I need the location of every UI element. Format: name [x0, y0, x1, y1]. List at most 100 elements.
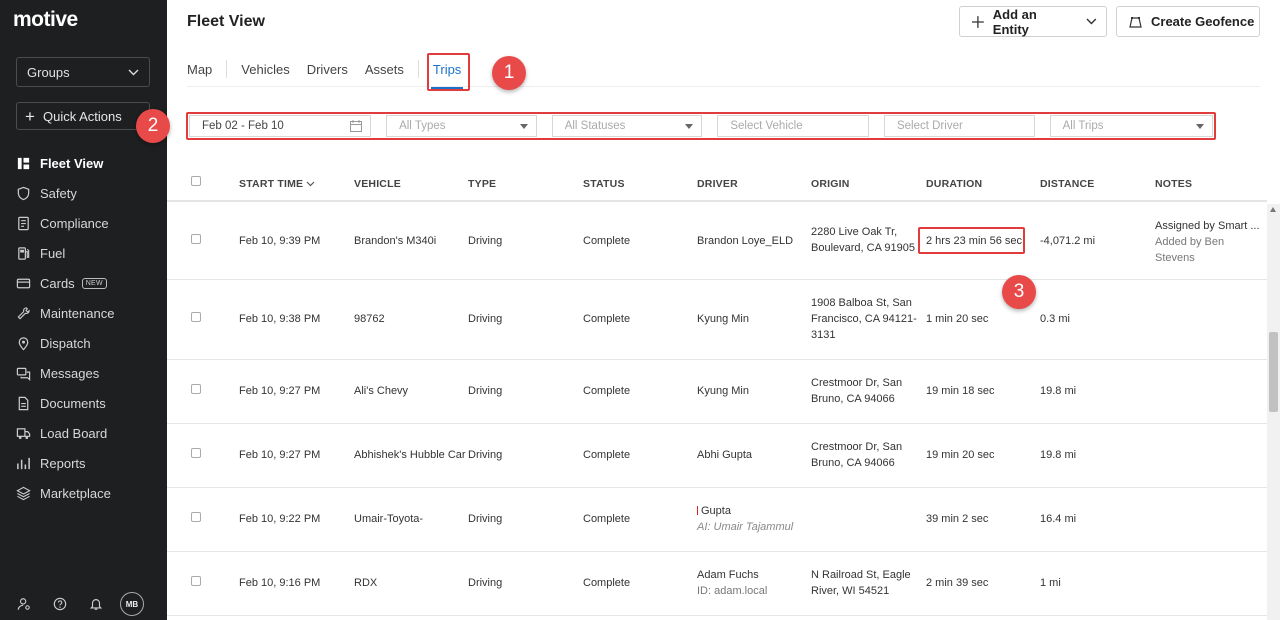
sidebar-item-marketplace[interactable]: Marketplace: [0, 478, 167, 508]
new-badge: NEW: [81, 277, 107, 289]
sidebar-item-safety[interactable]: Safety: [0, 178, 167, 208]
vehicle-cell[interactable]: RDX: [354, 575, 377, 591]
sort-chevron-icon: [306, 181, 315, 187]
column-header-status: STATUS: [583, 178, 625, 190]
callout-badge-1: 1: [492, 56, 526, 90]
driver-cell[interactable]: Adam Fuchs ID: adam.local: [697, 567, 767, 599]
sidebar-item-fuel[interactable]: Fuel: [0, 238, 167, 268]
sidebar-item-maintenance[interactable]: Maintenance: [0, 298, 167, 328]
caret-down-icon: [685, 123, 694, 129]
column-header-start-time[interactable]: START TIME: [239, 178, 315, 190]
sidebar-item-label: Load Board: [40, 425, 108, 441]
add-entity-button[interactable]: Add an Entity: [959, 6, 1107, 37]
driver-cell[interactable]: Abhi Gupta: [697, 447, 752, 463]
tab-vehicles[interactable]: Vehicles: [241, 62, 289, 77]
sidebar-item-label: Marketplace: [40, 485, 111, 501]
select-all-checkbox[interactable]: [191, 176, 201, 186]
sidebar-item-compliance[interactable]: Compliance: [0, 208, 167, 238]
type-filter-select[interactable]: All Types: [386, 115, 537, 137]
vertical-scrollbar[interactable]: [1267, 204, 1280, 620]
help-icon[interactable]: [42, 597, 78, 611]
shield-icon: [17, 186, 30, 200]
bell-icon[interactable]: [78, 597, 114, 611]
status-filter-select[interactable]: All Statuses: [551, 115, 703, 137]
sidebar-item-reports[interactable]: Reports: [0, 448, 167, 478]
table-row[interactable]: Feb 10, 9:27 PM Abhishek's Hubble Car Dr…: [167, 424, 1267, 488]
row-checkbox[interactable]: [191, 312, 201, 322]
sidebar-item-load-board[interactable]: Load Board: [0, 418, 167, 448]
table-row[interactable]: Feb 10, 9:39 PM Brandon's M340i Driving …: [167, 204, 1267, 280]
vehicle-cell[interactable]: Umair-Toyota-: [354, 511, 423, 527]
sidebar-item-label: Safety: [40, 185, 77, 201]
quick-actions-button[interactable]: + Quick Actions: [16, 102, 150, 130]
row-checkbox[interactable]: [191, 576, 201, 586]
chevron-down-icon: [1086, 18, 1097, 25]
status-cell: Complete: [583, 513, 631, 525]
sidebar-item-label: Cards: [40, 275, 75, 291]
table-row[interactable]: Feb 10, 9:22 PM Umair-Toyota- Driving Co…: [167, 488, 1267, 552]
quick-actions-label: Quick Actions: [43, 108, 122, 124]
row-checkbox[interactable]: [191, 384, 201, 394]
start-time-cell: Feb 10, 9:22 PM: [239, 513, 321, 525]
scroll-up-arrow-icon[interactable]: [1270, 207, 1276, 212]
vehicle-cell[interactable]: Abhishek's Hubble Car: [354, 447, 466, 463]
vehicle-cell[interactable]: 98762: [354, 311, 385, 327]
table-row[interactable]: Feb 10, 9:38 PM 98762 Driving Complete K…: [167, 280, 1267, 360]
tab-assets[interactable]: Assets: [365, 62, 404, 77]
start-time-cell: Feb 10, 9:38 PM: [239, 313, 321, 325]
trips-filter-select[interactable]: All Trips: [1049, 115, 1214, 137]
driver-cell[interactable]: Gupta AI: Umair Tajammul: [697, 503, 793, 535]
sidebar-item-label: Reports: [40, 455, 86, 471]
origin-cell: N Railroad St, Eagle River, WI 54521: [811, 569, 911, 597]
start-time-cell: Feb 10, 9:27 PM: [239, 385, 321, 397]
driver-cell[interactable]: Kyung Min: [697, 383, 749, 399]
view-tabs: Map Vehicles Drivers Assets Trips: [187, 60, 464, 89]
column-header-origin: ORIGIN: [811, 178, 850, 190]
vehicle-cell[interactable]: Brandon's M340i: [354, 233, 436, 249]
sidebar-item-cards[interactable]: Cards NEW: [0, 268, 167, 298]
sidebar-item-label: Maintenance: [40, 305, 115, 321]
row-checkbox[interactable]: [191, 448, 201, 458]
sidebar-item-label: Fleet View: [40, 155, 104, 171]
create-geofence-button[interactable]: Create Geofence: [1116, 6, 1260, 37]
row-checkbox[interactable]: [191, 234, 201, 244]
duration-cell: 19 min 18 sec: [926, 385, 995, 397]
calendar-icon: [350, 120, 363, 132]
driver-cell[interactable]: Brandon Loye_ELD: [697, 233, 793, 249]
distance-cell: 19.8 mi: [1040, 385, 1077, 397]
sidebar: motive Groups + Quick Actions Fleet View…: [0, 0, 167, 620]
tab-drivers[interactable]: Drivers: [307, 62, 348, 77]
table-row[interactable]: Feb 10, 9:16 PM RDX Driving Complete Ada…: [167, 552, 1267, 616]
sidebar-item-documents[interactable]: Documents: [0, 388, 167, 418]
vehicle-cell[interactable]: Ali's Chevy: [354, 383, 408, 399]
sidebar-item-messages[interactable]: Messages: [0, 358, 167, 388]
column-header-distance: DISTANCE: [1040, 178, 1095, 190]
sidebar-item-label: Documents: [40, 395, 106, 411]
vehicle-filter-select[interactable]: Select Vehicle: [717, 115, 869, 137]
bar-chart-icon: [17, 457, 30, 469]
driver-cell[interactable]: Kyung Min: [697, 311, 749, 327]
column-header-notes: NOTES: [1155, 178, 1193, 190]
tab-trips[interactable]: Trips: [430, 62, 464, 89]
date-range-picker[interactable]: Feb 02 - Feb 10: [189, 115, 372, 137]
avatar-button[interactable]: MB: [114, 592, 150, 616]
column-header-driver: DRIVER: [697, 178, 738, 190]
user-settings-icon[interactable]: [6, 597, 42, 611]
table-row[interactable]: Feb 10, 9:27 PM Ali's Chevy Driving Comp…: [167, 360, 1267, 424]
groups-dropdown[interactable]: Groups: [16, 57, 150, 87]
driver-filter-placeholder: Select Driver: [896, 120, 963, 132]
sidebar-item-label: Fuel: [40, 245, 66, 261]
table-header: START TIME VEHICLE TYPE STATUS DRIVER OR…: [167, 168, 1267, 202]
tab-divider: [226, 60, 228, 78]
sidebar-item-dispatch[interactable]: Dispatch: [0, 328, 167, 358]
row-checkbox[interactable]: [191, 512, 201, 522]
motive-logo[interactable]: motive: [13, 8, 78, 32]
driver-filter-select[interactable]: Select Driver: [883, 115, 1035, 137]
scrollbar-thumb[interactable]: [1269, 332, 1278, 412]
tab-map[interactable]: Map: [187, 62, 212, 77]
sidebar-item-fleet-view[interactable]: Fleet View: [0, 148, 167, 178]
sidebar-item-label: Messages: [40, 365, 100, 381]
column-header-duration: DURATION: [926, 178, 983, 190]
type-filter-value: All Types: [399, 120, 446, 132]
wrench-icon: [17, 306, 30, 319]
